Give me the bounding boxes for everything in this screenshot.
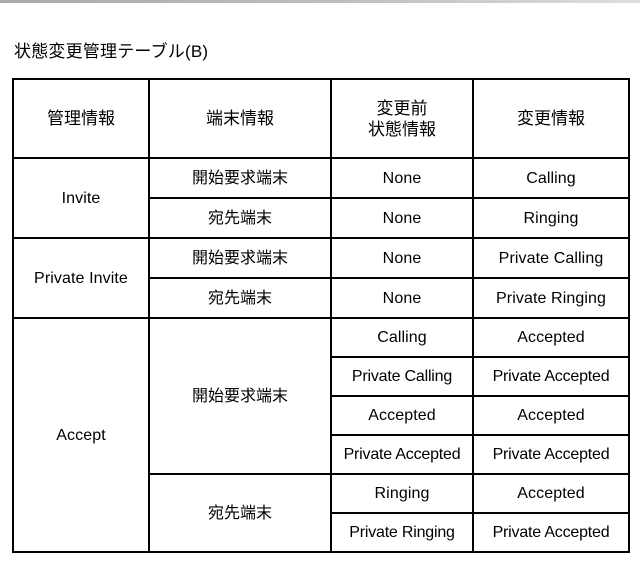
cell-management-info: Accept [12, 317, 150, 553]
cell-before-state: None [330, 157, 474, 199]
figure-page: 状態変更管理テーブル(B) 管理情報 端末情報 変更前 状態情報 変更情報 In… [0, 0, 640, 584]
cell-change-info: Private Accepted [472, 512, 630, 553]
cell-change-info: Accepted [472, 317, 630, 358]
cell-before-state: Private Calling [330, 356, 474, 397]
header-before-state-info: 変更前 状態情報 [330, 78, 474, 159]
cell-change-info: Private Accepted [472, 434, 630, 475]
cell-before-state: Accepted [330, 395, 474, 436]
table-row: Accept 開始要求端末 Calling Accepted [12, 317, 630, 553]
cell-before-state: None [330, 277, 474, 319]
table-row: Invite 開始要求端末 None Calling [12, 157, 630, 239]
header-change-info: 変更情報 [472, 78, 630, 159]
table-header-row: 管理情報 端末情報 変更前 状態情報 変更情報 [12, 78, 630, 159]
cell-change-info: Calling [472, 157, 630, 199]
table-row: Private Invite 開始要求端末 None Private Calli… [12, 237, 630, 319]
cell-change-info: Private Ringing [472, 277, 630, 319]
cell-before-state: Private Accepted [330, 434, 474, 475]
cell-change-info: Private Calling [472, 237, 630, 279]
state-change-management-table: 管理情報 端末情報 変更前 状態情報 変更情報 Invite 開始要求端末 No… [12, 78, 630, 553]
cell-terminal-info: 宛先端末 [148, 473, 332, 553]
cell-terminal-info: 宛先端末 [148, 197, 332, 239]
cell-before-state: Calling [330, 317, 474, 358]
cell-change-info: Accepted [472, 395, 630, 436]
figure-title: 状態変更管理テーブル(B) [14, 42, 209, 61]
cell-before-state: Private Ringing [330, 512, 474, 553]
cell-management-info: Invite [12, 157, 150, 239]
cell-management-info: Private Invite [12, 237, 150, 319]
cell-change-info: Ringing [472, 197, 630, 239]
header-terminal-info: 端末情報 [148, 78, 332, 159]
cell-terminal-info: 宛先端末 [148, 277, 332, 319]
cell-change-info: Private Accepted [472, 356, 630, 397]
cell-terminal-info: 開始要求端末 [148, 317, 332, 475]
cell-change-info: Accepted [472, 473, 630, 514]
cell-terminal-info: 開始要求端末 [148, 157, 332, 199]
header-management-info: 管理情報 [12, 78, 150, 159]
cell-terminal-info: 開始要求端末 [148, 237, 332, 279]
cell-before-state: None [330, 237, 474, 279]
cell-before-state: Ringing [330, 473, 474, 514]
cell-before-state: None [330, 197, 474, 239]
